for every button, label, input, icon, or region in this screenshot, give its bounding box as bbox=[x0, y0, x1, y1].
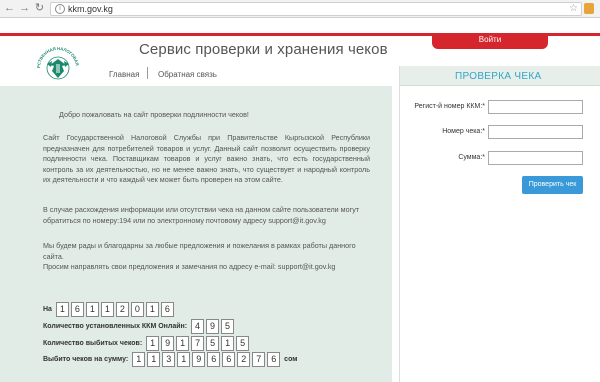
arrow-left-icon[interactable]: ← bbox=[3, 2, 16, 15]
counter-digit: 2 bbox=[115, 302, 129, 317]
feedback-text-line2: Просим направлять свои предложения и зам… bbox=[43, 262, 336, 271]
counter-digit: 9 bbox=[192, 352, 206, 367]
stat-date-digits: 16112016 bbox=[55, 302, 176, 317]
login-button[interactable]: Войти bbox=[432, 33, 548, 49]
counter-digit: 9 bbox=[161, 336, 175, 351]
nav-link-feedback[interactable]: Обратная связь bbox=[158, 70, 217, 79]
counter-digit: 6 bbox=[70, 302, 84, 317]
bookmark-star-icon[interactable]: ☆ bbox=[569, 3, 578, 15]
url-text[interactable]: kkm.gov.kg bbox=[68, 3, 113, 15]
stat-sum-label: Выбито чеков на сумму: bbox=[43, 356, 129, 363]
stat-kkm-digits: 495 bbox=[191, 319, 236, 334]
tax-service-logo[interactable]: ГОСУДАРСТВЕННАЯ НАЛОГОВАЯ СЛУЖБА bbox=[27, 36, 86, 86]
counter-digit: 3 bbox=[162, 352, 176, 367]
counter-digit: 1 bbox=[100, 302, 114, 317]
reg-number-label: Регист-й номер ККМ:* bbox=[414, 103, 485, 110]
site-title: Сервис проверки и хранения чеков bbox=[139, 41, 388, 58]
counter-digit: 5 bbox=[206, 336, 220, 351]
counter-digit: 0 bbox=[130, 302, 144, 317]
check-panel-header: ПРОВЕРКА ЧЕКА bbox=[400, 66, 600, 86]
counter-digit: 7 bbox=[252, 352, 266, 367]
counter-digit: 6 bbox=[222, 352, 236, 367]
stat-kkm-label: Количество установленных ККМ Онлайн: bbox=[43, 323, 188, 330]
sum-label: Сумма:* bbox=[458, 154, 485, 161]
stat-sum-row: Выбито чеков на сумму: 1131966276 сом bbox=[43, 352, 297, 367]
counter-digit: 5 bbox=[221, 319, 235, 334]
info-icon[interactable]: i bbox=[55, 4, 65, 14]
stat-date-row: На 16112016 bbox=[43, 302, 176, 317]
stat-kkm-row: Количество установленных ККМ Онлайн: 495 bbox=[43, 319, 236, 334]
contact-text: В случае расхождения информации или отсу… bbox=[43, 205, 360, 225]
stat-sum-currency: сом bbox=[284, 356, 298, 363]
arrow-right-icon[interactable]: → bbox=[18, 2, 31, 15]
info-panel: Добро пожаловать на сайт проверки подлин… bbox=[0, 86, 392, 382]
counter-digit: 1 bbox=[145, 302, 159, 317]
counter-digit: 1 bbox=[146, 336, 160, 351]
counter-digit: 1 bbox=[147, 352, 161, 367]
stat-date-label: На bbox=[43, 306, 52, 313]
counter-digit: 6 bbox=[207, 352, 221, 367]
nav-divider bbox=[147, 67, 148, 79]
counter-digit: 9 bbox=[206, 319, 220, 334]
counter-digit: 1 bbox=[132, 352, 146, 367]
stat-receipts-label: Количество выбитых чеков: bbox=[43, 340, 143, 347]
nav-link-home[interactable]: Главная bbox=[109, 70, 139, 79]
counter-digit: 6 bbox=[267, 352, 281, 367]
check-receipt-panel: ПРОВЕРКА ЧЕКА Регист-й номер ККМ:* Номер… bbox=[399, 66, 600, 382]
counter-digit: 6 bbox=[160, 302, 174, 317]
address-bar[interactable]: i kkm.gov.kg ☆ bbox=[50, 2, 582, 16]
feedback-text-line1: Мы будем рады и благодарны за любые пред… bbox=[43, 241, 356, 261]
welcome-text: Добро пожаловать на сайт проверки подлин… bbox=[59, 110, 249, 119]
counter-digit: 4 bbox=[191, 319, 205, 334]
receipt-number-input[interactable] bbox=[488, 125, 583, 139]
counter-digit: 7 bbox=[191, 336, 205, 351]
counter-digit: 5 bbox=[236, 336, 250, 351]
extension-icon[interactable] bbox=[584, 3, 594, 14]
stat-sum-digits: 1131966276 bbox=[132, 352, 282, 367]
counter-digit: 2 bbox=[237, 352, 251, 367]
counter-digit: 1 bbox=[221, 336, 235, 351]
check-panel-title: ПРОВЕРКА ЧЕКА bbox=[455, 71, 542, 82]
sum-input[interactable] bbox=[488, 151, 583, 165]
intro-text: Сайт Государственной Налоговой Службы пр… bbox=[43, 133, 370, 184]
browser-toolbar: ← → ↻ i kkm.gov.kg ☆ bbox=[0, 0, 600, 18]
feedback-text: Мы будем рады и благодарны за любые пред… bbox=[43, 241, 368, 273]
receipt-number-label: Номер чека:* bbox=[442, 128, 485, 135]
check-receipt-button[interactable]: Проверить чек bbox=[522, 176, 583, 194]
reg-number-input[interactable] bbox=[488, 100, 583, 114]
reload-icon[interactable]: ↻ bbox=[33, 2, 46, 15]
counter-digit: 1 bbox=[176, 336, 190, 351]
counter-digit: 1 bbox=[55, 302, 69, 317]
counter-digit: 1 bbox=[177, 352, 191, 367]
stat-receipts-row: Количество выбитых чеков: 1917515 bbox=[43, 336, 251, 351]
stat-receipts-digits: 1917515 bbox=[146, 336, 251, 351]
counter-digit: 1 bbox=[85, 302, 99, 317]
